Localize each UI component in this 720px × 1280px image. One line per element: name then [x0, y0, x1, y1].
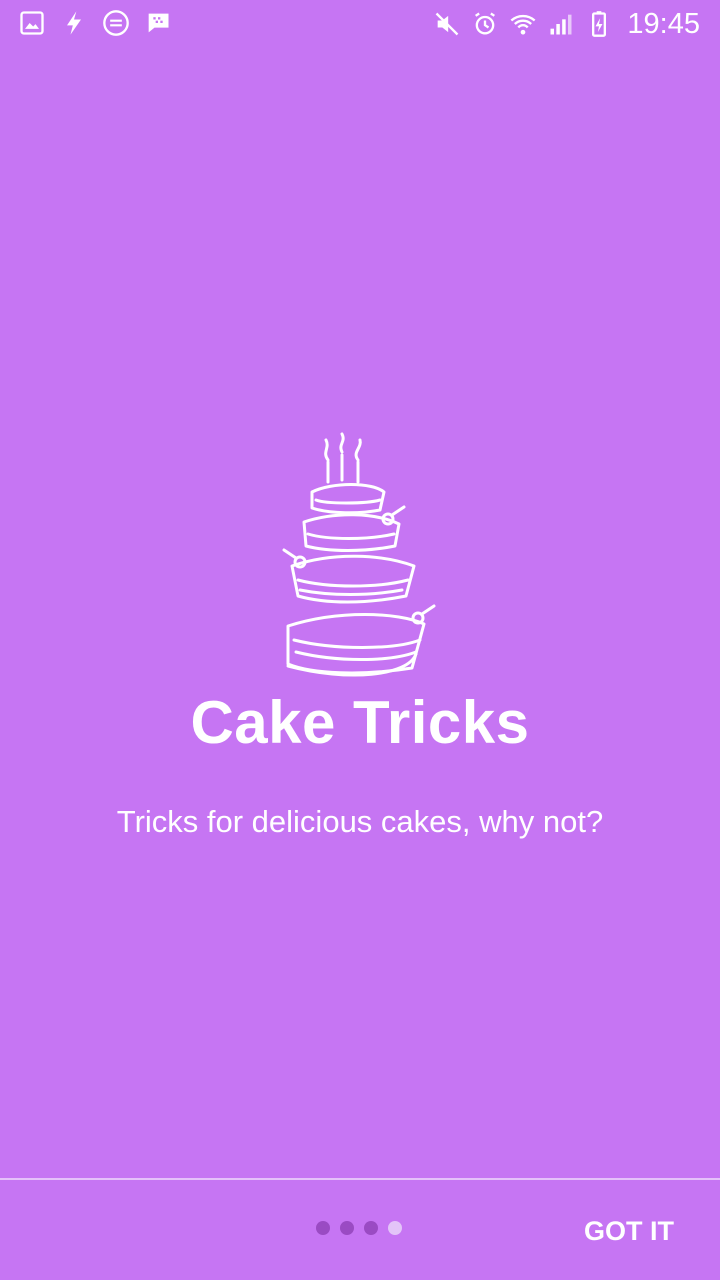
page-indicator [316, 1221, 402, 1235]
webtoon-icon [103, 10, 129, 36]
bbm-icon [147, 13, 169, 33]
page-dot[interactable] [316, 1221, 330, 1235]
gallery-icon [20, 11, 44, 35]
alarm-icon [475, 12, 496, 35]
notification-icons [18, 9, 172, 37]
system-icons: 19:45 [433, 6, 700, 42]
page-dot-active[interactable] [388, 1221, 402, 1235]
wifi-icon [510, 14, 536, 35]
slide-subtitle: Tricks for delicious cakes, why not? [116, 804, 604, 839]
slide-title: Cake Tricks [190, 689, 530, 756]
page-dot[interactable] [340, 1221, 354, 1235]
cake-illustration [282, 432, 436, 677]
footer-divider [0, 1178, 720, 1180]
status-bar: 19:45 [0, 0, 720, 48]
mute-icon [436, 12, 459, 36]
got-it-button[interactable]: GOT IT [584, 1216, 674, 1247]
battery-charging-icon [592, 11, 607, 37]
page-dot[interactable] [364, 1221, 378, 1235]
flash-icon [67, 11, 81, 35]
status-time: 19:45 [627, 8, 700, 40]
signal-icon [550, 14, 572, 35]
